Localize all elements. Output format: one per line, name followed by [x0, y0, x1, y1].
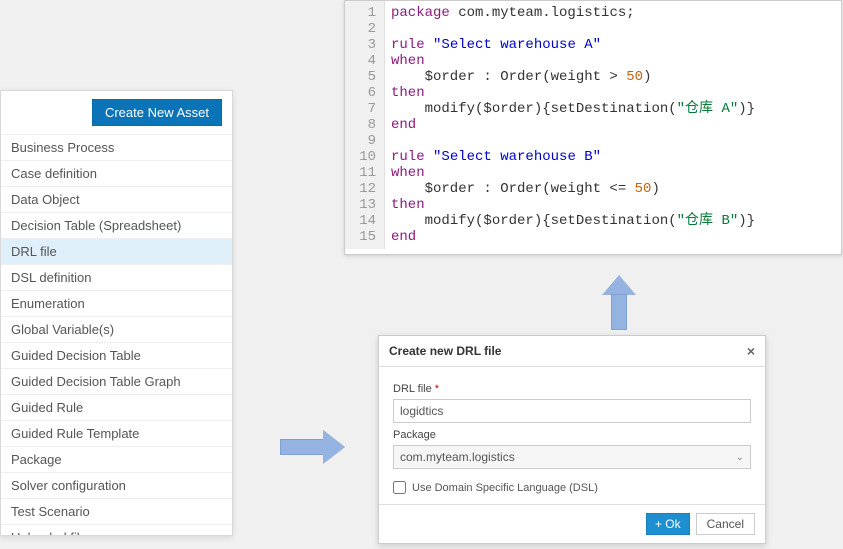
menu-item[interactable]: Guided Rule Template	[1, 421, 232, 447]
arrow-up-icon	[604, 275, 634, 330]
menu-item[interactable]: Test Scenario	[1, 499, 232, 525]
package-label: Package	[393, 429, 751, 441]
menu-item[interactable]: Enumeration	[1, 291, 232, 317]
menu-item[interactable]: Guided Decision Table	[1, 343, 232, 369]
create-drl-dialog: Create new DRL file × DRL file * Package…	[378, 335, 766, 544]
menu-item[interactable]: DSL definition	[1, 265, 232, 291]
ok-button[interactable]: + Ok	[646, 513, 690, 535]
dsl-checkbox-row[interactable]: Use Domain Specific Language (DSL)	[393, 481, 751, 494]
menu-item[interactable]: Global Variable(s)	[1, 317, 232, 343]
drl-file-input[interactable]	[393, 399, 751, 423]
cancel-button[interactable]: Cancel	[696, 513, 755, 535]
menu-item[interactable]: Data Object	[1, 187, 232, 213]
menu-item[interactable]: Guided Decision Table Graph	[1, 369, 232, 395]
code-editor[interactable]: 123456789101112131415 package com.myteam…	[344, 0, 842, 255]
package-select-value: com.myteam.logistics	[400, 450, 515, 464]
menu-item[interactable]: Solver configuration	[1, 473, 232, 499]
menu-item[interactable]: Case definition	[1, 161, 232, 187]
package-select[interactable]: com.myteam.logistics ⌄	[393, 445, 751, 469]
menu-item[interactable]: DRL file	[1, 239, 232, 265]
dialog-title-text: Create new DRL file	[389, 344, 501, 358]
asset-menu-list: Business ProcessCase definitionData Obje…	[1, 135, 232, 535]
menu-item[interactable]: Decision Table (Spreadsheet)	[1, 213, 232, 239]
menu-item[interactable]: Business Process	[1, 135, 232, 161]
create-new-asset-button[interactable]: Create New Asset	[92, 99, 222, 126]
drl-file-label: DRL file *	[393, 383, 751, 395]
line-gutter: 123456789101112131415	[345, 1, 385, 249]
menu-item[interactable]: Guided Rule	[1, 395, 232, 421]
arrow-right-icon	[280, 432, 346, 462]
asset-dropdown: Create New Asset Business ProcessCase de…	[0, 90, 233, 536]
menu-item[interactable]: Package	[1, 447, 232, 473]
chevron-down-icon: ⌄	[736, 452, 744, 463]
close-icon[interactable]: ×	[747, 343, 755, 359]
code-lines[interactable]: package com.myteam.logistics; rule "Sele…	[385, 1, 761, 249]
dsl-checkbox[interactable]	[393, 481, 406, 494]
dsl-checkbox-label: Use Domain Specific Language (DSL)	[412, 482, 598, 494]
dropdown-header: Create New Asset	[1, 91, 232, 135]
dialog-title-bar: Create new DRL file ×	[379, 336, 765, 367]
menu-item[interactable]: Uploaded file	[1, 525, 232, 535]
